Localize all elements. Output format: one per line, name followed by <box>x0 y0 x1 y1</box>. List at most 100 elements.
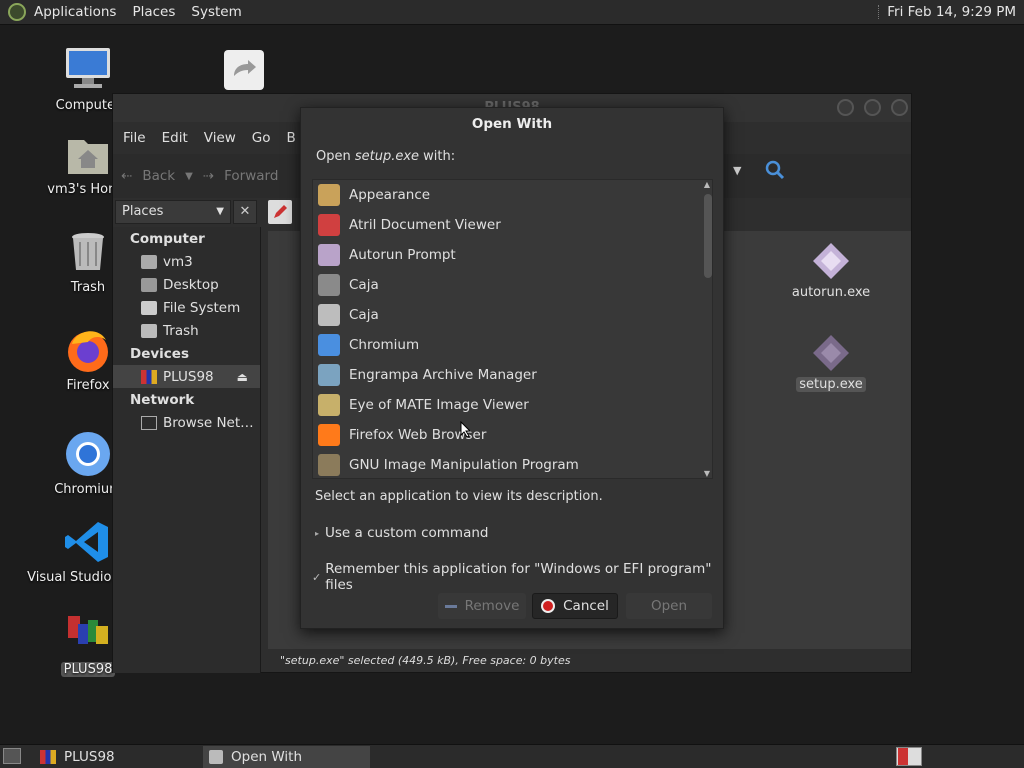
app-list-item[interactable]: Chromium <box>313 330 712 360</box>
prompt-filename: setup.exe <box>354 149 420 164</box>
taskbar-item-plus98[interactable]: PLUS98 <box>34 746 200 768</box>
forward-arrow-icon: ⇢ <box>202 168 215 184</box>
folder-icon <box>141 277 157 292</box>
app-list-item[interactable]: Atril Document Viewer <box>313 210 712 240</box>
app-icon <box>318 274 340 296</box>
maximize-button[interactable] <box>864 99 881 116</box>
sidebar-item-trash[interactable]: Trash <box>113 319 260 342</box>
menu-edit[interactable]: Edit <box>154 130 196 146</box>
app-list-item[interactable]: Caja <box>313 270 712 300</box>
close-sidebar-button[interactable]: ✕ <box>233 200 257 224</box>
menu-view[interactable]: View <box>196 130 244 146</box>
drive-icon <box>141 300 157 315</box>
open-button[interactable]: Open <box>626 593 712 619</box>
firefox-icon <box>64 326 112 374</box>
sidebar-item-label: File System <box>163 299 241 316</box>
remove-label: Remove <box>464 598 520 614</box>
places-selector[interactable]: Places ▼ <box>115 200 231 224</box>
app-list-item[interactable]: Appearance <box>313 180 712 210</box>
app-name: Eye of MATE Image Viewer <box>349 397 529 413</box>
trash-icon <box>64 228 112 276</box>
location-dropdown-icon[interactable]: ▼ <box>733 164 741 177</box>
clock[interactable]: Fri Feb 14, 9:29 PM <box>878 4 1024 20</box>
sidebar-item-label: Desktop <box>163 276 219 293</box>
places-menu[interactable]: Places <box>124 4 183 20</box>
app-name: Autorun Prompt <box>349 247 456 263</box>
sidebar-header-network: Network <box>130 392 195 408</box>
app-icon <box>318 424 340 446</box>
app-list-item[interactable]: Firefox Web Browser <box>313 420 712 450</box>
sidebar-item-label: Browse Net… <box>163 414 254 431</box>
app-list-item[interactable]: Autorun Prompt <box>313 240 712 270</box>
sidebar-item-label: PLUS98 <box>163 368 214 385</box>
prompt-suffix: with: <box>419 149 456 164</box>
vscode-icon <box>64 518 112 566</box>
edit-location-icon[interactable] <box>268 200 292 224</box>
app-icon <box>318 214 340 236</box>
system-menu[interactable]: System <box>183 4 249 20</box>
sidebar-item-vm3[interactable]: vm3 <box>113 250 260 273</box>
sidebar-item-desktop[interactable]: Desktop <box>113 273 260 296</box>
minus-icon <box>444 604 457 608</box>
sidebar-header-computer: Computer <box>130 231 205 247</box>
app-name: Engrampa Archive Manager <box>349 367 537 383</box>
launcher-icon[interactable] <box>224 50 264 90</box>
scroll-down-icon[interactable]: ▼ <box>701 469 713 478</box>
scrollbar[interactable]: ▲ ▼ <box>701 180 713 478</box>
app-list-item[interactable]: Eye of MATE Image Viewer <box>313 390 712 420</box>
eject-icon[interactable]: ⏏ <box>237 370 248 384</box>
file-label: setup.exe <box>796 377 866 392</box>
menu-file[interactable]: File <box>115 130 154 146</box>
plus98-icon <box>64 610 112 658</box>
exe-file-icon <box>813 335 849 371</box>
sidebar-item-plus98[interactable]: PLUS98 ⏏ <box>113 365 260 388</box>
app-icon <box>318 184 340 206</box>
menu-go[interactable]: Go <box>244 130 279 146</box>
app-list-item[interactable]: Caja <box>313 300 712 330</box>
file-item-autorun[interactable]: autorun.exe <box>789 241 873 300</box>
taskbar-item-open-with[interactable]: Open With <box>203 746 370 768</box>
app-list-item[interactable]: GNU Image Manipulation Program <box>313 450 712 480</box>
search-icon[interactable] <box>765 160 785 180</box>
app-name: GNU Image Manipulation Program <box>349 457 579 473</box>
app-icon <box>318 394 340 416</box>
app-description: Select an application to view its descri… <box>315 489 603 504</box>
application-rows: Appearance Atril Document Viewer Autorun P… <box>313 180 712 480</box>
network-icon <box>141 415 157 430</box>
workspace-switcher[interactable] <box>896 747 922 766</box>
remember-checkbox[interactable]: ✓ Remember this application for "Windows… <box>312 561 723 593</box>
app-icon <box>318 364 340 386</box>
scrollbar-thumb[interactable] <box>704 194 712 278</box>
custom-command-expander[interactable]: ▸ Use a custom command <box>315 525 488 541</box>
file-item-setup[interactable]: setup.exe <box>789 333 873 392</box>
dialog-title: Open With <box>471 116 553 132</box>
back-dropdown-icon[interactable]: ▼ <box>185 171 193 182</box>
remove-button[interactable]: Remove <box>438 593 526 619</box>
sidebar-item-browse-network[interactable]: Browse Net… <box>113 411 260 434</box>
app-icon <box>318 454 340 476</box>
back-arrow-icon: ⇠ <box>121 168 133 184</box>
trash-icon <box>141 323 157 338</box>
panel-grip <box>878 5 881 19</box>
dialog-prompt: Open setup.exe with: <box>301 140 723 164</box>
cancel-button[interactable]: Cancel <box>532 593 618 619</box>
forward-button[interactable]: Forward <box>224 168 278 184</box>
app-icon <box>318 304 340 326</box>
app-icon <box>318 334 340 356</box>
top-panel: Applications Places System Fri Feb 14, 9… <box>0 0 1024 25</box>
open-with-dialog: Open With Open setup.exe with: Appearanc… <box>300 107 724 629</box>
show-desktop-icon[interactable] <box>3 748 21 764</box>
sidebar-item-file-system[interactable]: File System <box>113 296 260 319</box>
back-button[interactable]: Back <box>142 168 175 184</box>
application-list[interactable]: Appearance Atril Document Viewer Autorun P… <box>312 179 713 479</box>
desktop-icon-label: PLUS98 <box>60 662 116 677</box>
places-selector-label: Places <box>122 204 164 219</box>
file-label: autorun.exe <box>791 285 871 300</box>
close-button[interactable] <box>891 99 908 116</box>
mate-logo-icon[interactable] <box>8 3 26 21</box>
mouse-cursor-icon <box>460 420 472 441</box>
minimize-button[interactable] <box>837 99 854 116</box>
app-list-item[interactable]: Engrampa Archive Manager <box>313 360 712 390</box>
scroll-up-icon[interactable]: ▲ <box>701 180 713 189</box>
applications-menu[interactable]: Applications <box>26 4 124 20</box>
